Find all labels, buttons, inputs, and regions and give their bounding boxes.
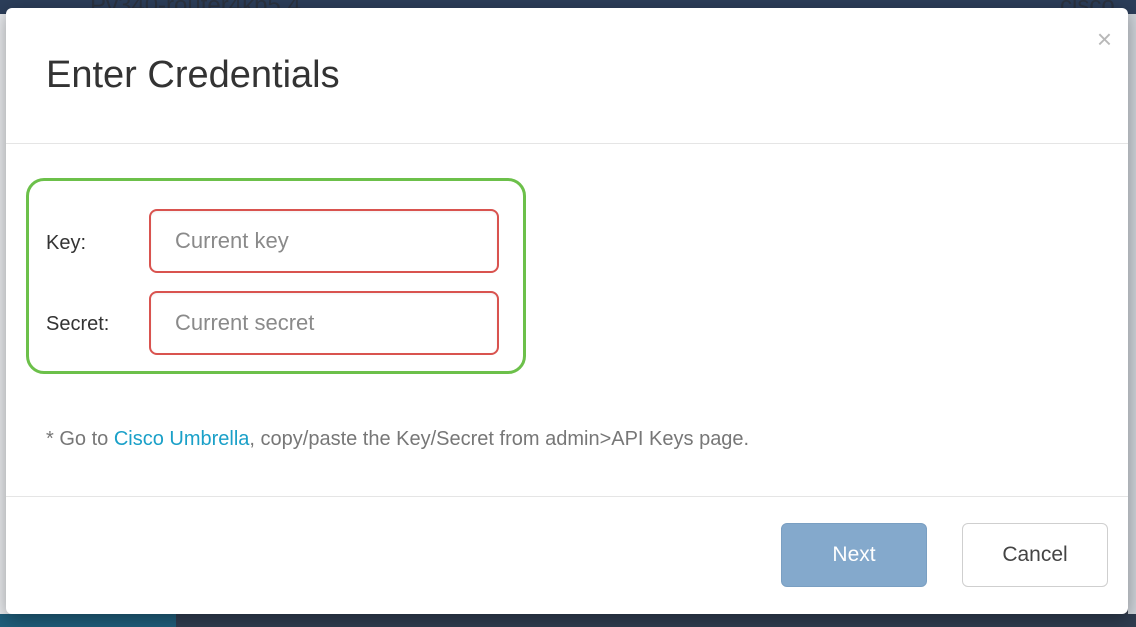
- secret-label: Secret:: [46, 313, 110, 335]
- background-bottom-tab: [0, 614, 176, 627]
- modal-title: Enter Credentials: [46, 54, 340, 96]
- credentials-modal: Enter Credentials × Key: Secret: * Go to…: [6, 8, 1128, 614]
- help-text-suffix: , copy/paste the Key/Secret from admin>A…: [249, 428, 750, 450]
- next-button[interactable]: Next: [781, 523, 927, 587]
- modal-header: Enter Credentials ×: [6, 8, 1128, 144]
- key-input[interactable]: [149, 209, 499, 273]
- cisco-umbrella-link[interactable]: Cisco Umbrella: [114, 428, 250, 450]
- cancel-button[interactable]: Cancel: [962, 523, 1108, 587]
- key-label: Key:: [46, 232, 87, 254]
- modal-footer: Next Cancel: [6, 496, 1128, 614]
- close-icon[interactable]: ×: [1097, 26, 1112, 52]
- help-text: * Go to Cisco Umbrella, copy/paste the K…: [46, 428, 749, 451]
- background-right-strip: [1128, 14, 1136, 614]
- credentials-field-group: Key: Secret:: [26, 178, 526, 374]
- help-text-prefix: * Go to: [46, 428, 114, 450]
- secret-input[interactable]: [149, 291, 499, 355]
